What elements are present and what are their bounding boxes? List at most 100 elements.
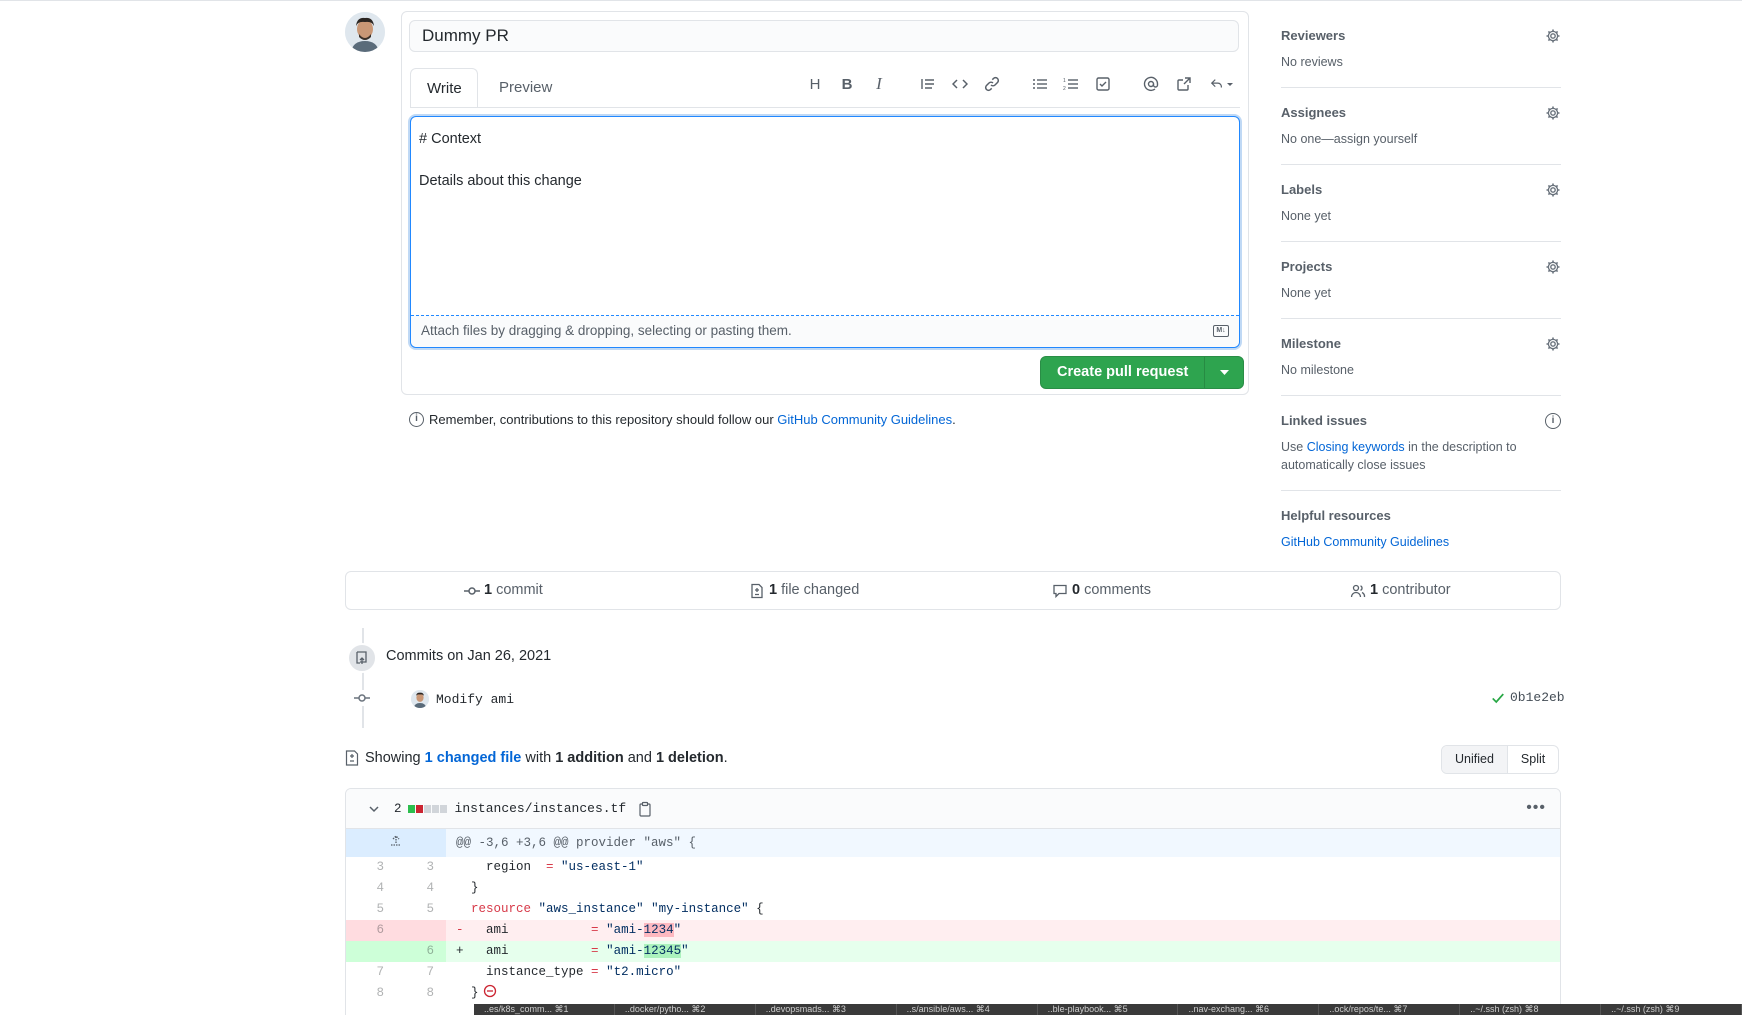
- people-icon: [1350, 584, 1366, 597]
- summary-comments[interactable]: 0 comments: [1052, 572, 1151, 609]
- create-pr-button-group: Create pull request: [1040, 356, 1245, 389]
- projects-gear-icon[interactable]: [1545, 259, 1561, 275]
- terminal-tab[interactable]: ..~/.ssh (zsh) ⌘9: [1601, 1004, 1742, 1015]
- create-pull-request-button[interactable]: Create pull request: [1041, 357, 1204, 388]
- pr-body-editor[interactable]: # Context Details about this change Attac…: [410, 116, 1240, 348]
- terminal-tab[interactable]: ..s/ansible/aws... ⌘4: [897, 1004, 1038, 1015]
- community-guidelines-link[interactable]: GitHub Community Guidelines: [777, 412, 952, 427]
- assignees-gear-icon[interactable]: [1545, 105, 1561, 121]
- bulleted-list-icon[interactable]: [1030, 74, 1050, 94]
- attach-files-zone[interactable]: Attach files by dragging & dropping, sel…: [411, 315, 1239, 347]
- old-line-number[interactable]: 8: [346, 983, 396, 1004]
- expand-up-icon[interactable]: [346, 829, 446, 857]
- quote-icon[interactable]: [918, 74, 938, 94]
- terminal-tab[interactable]: ..ock/repos/te... ⌘7: [1319, 1004, 1461, 1015]
- file-name-link[interactable]: instances/instances.tf: [455, 801, 627, 816]
- info-icon: i: [409, 412, 424, 427]
- diffstat-blocks: [407, 804, 448, 813]
- copy-clipboard-icon[interactable]: [638, 801, 652, 817]
- task-list-icon[interactable]: [1093, 74, 1113, 94]
- code-icon[interactable]: [950, 74, 970, 94]
- assignees-value[interactable]: No one—assign yourself: [1281, 130, 1561, 148]
- diff-view-toggle: Unified Split: [1441, 745, 1560, 774]
- commit-author-avatar[interactable]: [411, 690, 429, 708]
- avatar-portrait-icon: [345, 12, 385, 52]
- heading-icon[interactable]: H: [805, 74, 825, 94]
- bold-icon[interactable]: B: [837, 74, 857, 94]
- diffstat-with: with: [521, 750, 556, 766]
- more-options-icon[interactable]: •••: [1526, 799, 1546, 817]
- split-view-button[interactable]: Split: [1508, 746, 1558, 773]
- closing-keywords-link[interactable]: Closing keywords: [1307, 440, 1405, 454]
- check-icon: [1492, 692, 1504, 703]
- diffstat-and: and: [623, 750, 656, 766]
- helpful-guidelines-link[interactable]: GitHub Community Guidelines: [1281, 533, 1561, 551]
- old-line-number[interactable]: 4: [346, 878, 396, 899]
- commit-message-link[interactable]: Modify ami: [436, 692, 514, 707]
- info-icon[interactable]: i: [1545, 413, 1561, 429]
- terminal-tab[interactable]: ..nav-exchang... ⌘6: [1178, 1004, 1320, 1015]
- terminal-tab[interactable]: ..~/.ssh (zsh) ⌘8: [1460, 1004, 1602, 1015]
- new-line-number[interactable]: 8: [396, 983, 446, 1004]
- helpful-resources-title: Helpful resources: [1281, 508, 1391, 523]
- svg-text:2: 2: [1063, 86, 1066, 92]
- commit-row: Modify ami: [411, 690, 514, 708]
- line-code: - ami = "ami-1234": [456, 923, 682, 937]
- labels-title[interactable]: Labels: [1281, 182, 1561, 197]
- summary-contributors[interactable]: 1 contributor: [1350, 572, 1451, 609]
- svg-text:1: 1: [1063, 78, 1066, 84]
- old-line-number[interactable]: 6: [346, 920, 396, 941]
- old-line-number[interactable]: 7: [346, 962, 396, 983]
- labels-gear-icon[interactable]: [1545, 182, 1561, 198]
- new-line-number[interactable]: 7: [396, 962, 446, 983]
- assignees-title[interactable]: Assignees: [1281, 105, 1561, 120]
- old-line-number[interactable]: 5: [346, 899, 396, 920]
- terminal-tab[interactable]: ..ble-playbook... ⌘5: [1038, 1004, 1179, 1015]
- old-line-number[interactable]: 3: [346, 857, 396, 878]
- new-line-number[interactable]: 4: [396, 878, 446, 899]
- new-line-number[interactable]: 5: [396, 899, 446, 920]
- tab-preview[interactable]: Preview: [483, 68, 568, 108]
- diff-line: 5 5 resource "aws_instance" "my-instance…: [346, 899, 1560, 920]
- cross-reference-icon[interactable]: [1174, 74, 1194, 94]
- markdown-icon[interactable]: M↓: [1213, 325, 1229, 337]
- create-pr-dropdown-button[interactable]: [1204, 357, 1243, 388]
- pr-body-text[interactable]: # Context Details about this change: [419, 129, 582, 192]
- sidebar-reviewers: Reviewers No reviews: [1281, 28, 1561, 88]
- projects-title[interactable]: Projects: [1281, 259, 1561, 274]
- link-icon[interactable]: [982, 74, 1002, 94]
- milestone-gear-icon[interactable]: [1545, 336, 1561, 352]
- milestone-title[interactable]: Milestone: [1281, 336, 1561, 351]
- reply-icon[interactable]: [1208, 74, 1236, 94]
- reviewers-title[interactable]: Reviewers: [1281, 28, 1561, 43]
- author-avatar[interactable]: [345, 12, 385, 52]
- pr-title-input[interactable]: [409, 20, 1239, 52]
- commit-node-icon: [354, 690, 370, 706]
- old-line-number[interactable]: [346, 941, 396, 962]
- files-label: file changed: [781, 582, 860, 598]
- linked-issues-prefix: Use: [1281, 440, 1307, 454]
- mention-icon[interactable]: [1141, 74, 1161, 94]
- commit-count: 1: [484, 582, 493, 598]
- new-line-number[interactable]: [396, 920, 446, 941]
- new-line-number[interactable]: 6: [396, 941, 446, 962]
- terminal-tab[interactable]: ..docker/pytho... ⌘2: [615, 1004, 756, 1015]
- summary-commits[interactable]: 1 commit: [464, 572, 543, 609]
- tab-write[interactable]: Write: [410, 68, 478, 108]
- reviewers-value: No reviews: [1281, 55, 1343, 69]
- italic-icon[interactable]: I: [869, 74, 889, 94]
- terminal-tab[interactable]: ..es/k8s_comm... ⌘1: [474, 1004, 615, 1015]
- commit-sha-link[interactable]: 0b1e2eb: [1510, 690, 1565, 705]
- file-header: 2 instances/instances.tf •••: [346, 789, 1560, 829]
- new-line-number[interactable]: 3: [396, 857, 446, 878]
- chevron-down-icon[interactable]: [368, 803, 380, 815]
- changed-file-link[interactable]: 1 changed file: [425, 750, 522, 766]
- terminal-tab[interactable]: ..devopsmads... ⌘3: [756, 1004, 897, 1015]
- numbered-list-icon[interactable]: 12: [1061, 74, 1081, 94]
- diff-line: 7 7 instance_type = "t2.micro": [346, 962, 1560, 983]
- summary-files[interactable]: 1 file changed: [749, 572, 859, 609]
- unified-view-button[interactable]: Unified: [1442, 746, 1508, 773]
- diff-line: 4 4 }: [346, 878, 1560, 899]
- reviewers-gear-icon[interactable]: [1545, 28, 1561, 44]
- line-code: resource "aws_instance" "my-instance" {: [471, 902, 764, 916]
